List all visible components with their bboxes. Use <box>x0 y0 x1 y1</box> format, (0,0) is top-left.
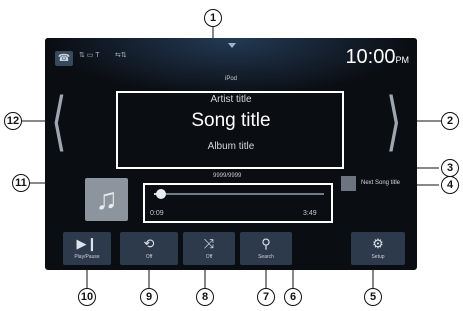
album-art[interactable]: ♫ <box>85 178 128 221</box>
callout-1: 1 <box>204 9 222 27</box>
clock-time: 10:00 <box>345 46 396 68</box>
music-note-icon: ♫ <box>95 182 118 216</box>
search-button[interactable]: ⚲ Search <box>240 232 292 265</box>
repeat-label: Off <box>145 254 153 260</box>
callout-5: 5 <box>364 288 382 306</box>
setup-button[interactable]: ⚙ Setup <box>351 232 405 265</box>
shuffle-label: Off <box>205 254 213 260</box>
head-unit-screen: ☎ ⇅ ▭ T ⇆⇅ iPod 10:00PM ⟨ ⟩ Artist title… <box>45 38 417 270</box>
elapsed-time: 0:09 <box>150 210 164 217</box>
search-icon: ⚲ <box>261 236 271 251</box>
song-title: Song title <box>191 110 271 131</box>
play-pause-label: Play/Pause <box>74 254 100 260</box>
clock: 10:00PM <box>345 46 409 69</box>
setup-label: Setup <box>371 254 385 260</box>
callout-7: 7 <box>257 288 275 306</box>
source-dropdown-icon[interactable] <box>228 43 236 48</box>
phone-icon[interactable]: ☎ <box>55 51 73 66</box>
callout-6: 6 <box>284 288 302 306</box>
source-label: iPod <box>224 76 237 82</box>
bluetooth-status: ⇆⇅ <box>115 52 127 59</box>
play-pause-button[interactable]: ▶❙ Play/Pause <box>63 232 111 265</box>
callout-3: 3 <box>441 159 459 177</box>
connection-status: ⇅ ▭ T <box>79 52 100 59</box>
track-counter: 9999/9999 <box>213 173 242 179</box>
callout-11: 11 <box>12 174 30 192</box>
callout-12: 12 <box>4 112 22 130</box>
progress-highlight-box <box>143 183 333 223</box>
progress-slider-handle[interactable] <box>155 189 166 199</box>
callout-4: 4 <box>441 176 459 194</box>
album-title: Album title <box>207 141 255 152</box>
total-time: 3:49 <box>303 210 317 217</box>
repeat-icon: ⟲ <box>143 236 155 251</box>
next-song-thumbnail[interactable] <box>341 176 356 191</box>
shuffle-button[interactable]: ⤨ Off <box>183 232 235 265</box>
next-song-title[interactable]: Next Song title <box>361 180 400 186</box>
repeat-button[interactable]: ⟲ Off <box>120 232 178 265</box>
search-label: Search <box>258 254 274 260</box>
callout-2: 2 <box>441 112 459 130</box>
callout-8: 8 <box>196 288 214 306</box>
clock-ampm: PM <box>395 55 410 65</box>
artist-title: Artist title <box>210 94 252 105</box>
callout-10: 10 <box>78 288 96 306</box>
progress-track[interactable] <box>154 193 324 195</box>
gear-icon: ⚙ <box>372 236 384 251</box>
play-pause-icon: ▶❙ <box>76 236 98 251</box>
callout-9: 9 <box>140 288 158 306</box>
shuffle-icon: ⤨ <box>203 236 215 251</box>
